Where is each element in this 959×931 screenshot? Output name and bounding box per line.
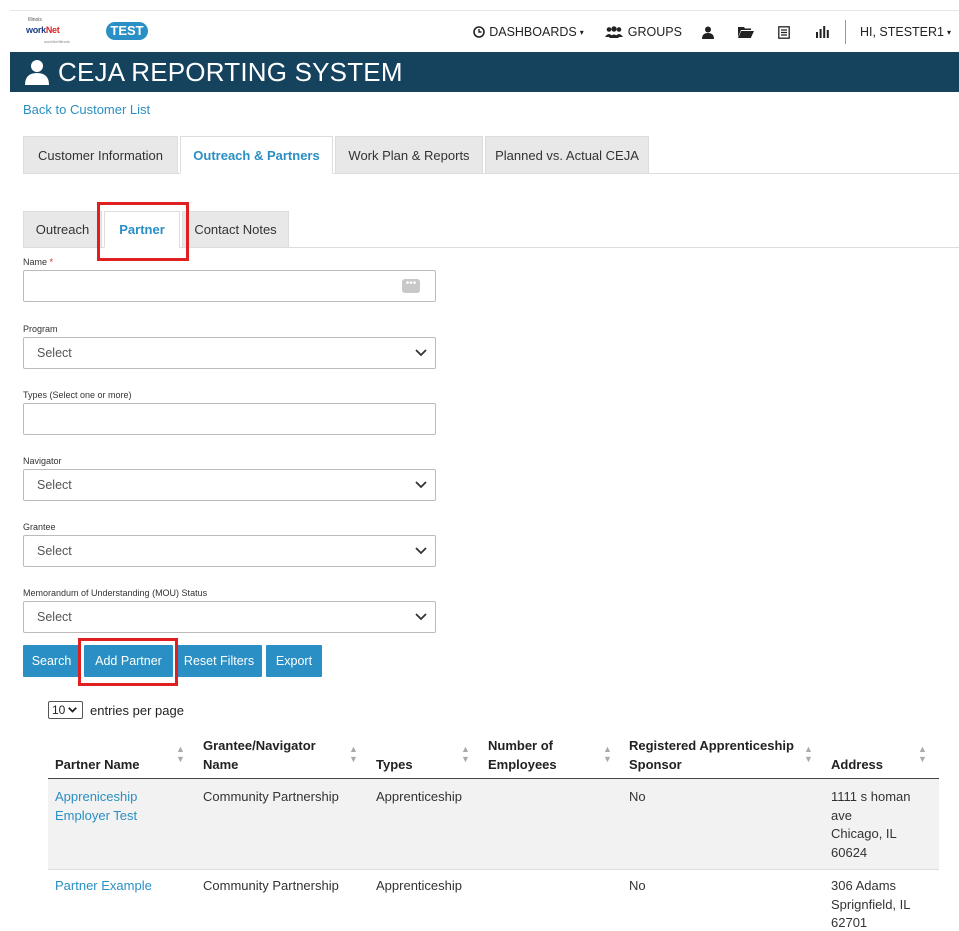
chevron-down-icon (415, 547, 427, 555)
address-cell: 1111 s homan ave Chicago, IL 60624 (831, 789, 911, 860)
column-number-of-employees[interactable]: Number of Employees (488, 736, 557, 774)
types-label: Types (Select one or more) (23, 390, 132, 400)
navigator-select[interactable]: Select (23, 469, 436, 501)
top-navbar: Illinois workNet workNetIllinois TEST DA… (10, 10, 959, 52)
partner-tab-highlight (97, 202, 189, 261)
program-select[interactable]: Select (23, 337, 436, 369)
tab-work-plan-reports[interactable]: Work Plan & Reports (335, 136, 483, 174)
document-list-icon (778, 25, 790, 39)
dashboards-label: DASHBOARDS (489, 25, 577, 39)
column-registered-apprenticeship-sponsor[interactable]: Registered Apprenticeship Sponsor (629, 736, 794, 774)
tab-outreach[interactable]: Outreach (23, 211, 102, 248)
illinois-worknet-logo[interactable]: Illinois workNet workNetIllinois (24, 17, 72, 49)
nav-divider (844, 20, 846, 44)
types-multiselect[interactable] (23, 403, 436, 435)
bar-chart-icon (815, 26, 829, 38)
tab-contact-notes[interactable]: Contact Notes (182, 211, 289, 248)
dashboards-menu[interactable]: DASHBOARDS ▾ (473, 25, 584, 39)
sort-icon[interactable]: ▲ ▼ (804, 744, 813, 764)
column-types[interactable]: Types (376, 755, 413, 774)
logo-main-text: workNet (26, 25, 60, 35)
tab-customer-information[interactable]: Customer Information (23, 136, 178, 174)
sponsor-cell: No (629, 878, 646, 893)
logo-sub-text: workNetIllinois (44, 39, 70, 44)
user-menu[interactable]: HI, STESTER1 ▾ (860, 25, 951, 39)
partner-name-link[interactable]: Appreniceship Employer Test (55, 788, 137, 825)
chevron-down-icon (415, 481, 427, 489)
user-icon (701, 26, 714, 39)
types-cell: Apprenticeship (376, 878, 462, 893)
sort-icon[interactable]: ▲ ▼ (461, 744, 470, 764)
chevron-down-icon (415, 613, 427, 621)
mou-status-select[interactable]: Select (23, 601, 436, 633)
table-row: Appreniceship Employer Test Community Par… (48, 779, 939, 869)
program-select-value: Select (37, 346, 72, 360)
grantee-select[interactable]: Select (23, 535, 436, 567)
profile-link[interactable] (701, 26, 718, 39)
groups-label: GROUPS (627, 25, 682, 39)
mou-status-select-value: Select (37, 610, 72, 624)
grantee-label: Grantee (23, 522, 56, 532)
page-title: CEJA REPORTING SYSTEM (58, 56, 403, 87)
grantee-cell: Community Partnership (203, 789, 339, 804)
entries-label: entries per page (90, 702, 184, 718)
groups-link[interactable]: GROUPS (604, 25, 682, 39)
primary-tabs: Customer Information Outreach & Partners… (23, 136, 959, 174)
name-lookup-button[interactable]: ••• (402, 279, 420, 293)
sort-icon[interactable]: ▲ ▼ (349, 744, 358, 764)
reports-link[interactable] (778, 25, 794, 39)
system-title-bar: CEJA REPORTING SYSTEM (10, 52, 959, 92)
sort-icon[interactable]: ▲ ▼ (603, 744, 612, 764)
analytics-link[interactable] (815, 26, 833, 38)
clock-icon (473, 26, 486, 38)
grantee-cell: Community Partnership (203, 878, 339, 893)
column-address[interactable]: Address (831, 755, 883, 774)
chevron-down-icon (415, 349, 427, 357)
entries-per-page: 10 entries per page (48, 701, 184, 719)
name-input[interactable]: ••• (23, 270, 436, 302)
files-link[interactable] (737, 26, 758, 38)
sponsor-cell: No (629, 789, 646, 804)
mou-status-label: Memorandum of Understanding (MOU) Status (23, 588, 208, 598)
users-icon (604, 26, 623, 38)
types-cell: Apprenticeship (376, 789, 462, 804)
caret-down-icon: ▾ (946, 27, 951, 37)
nav-items: DASHBOARDS ▾ GROUPS HI, STESTER1 ▾ (453, 11, 951, 53)
search-button[interactable]: Search (23, 645, 80, 677)
reset-filters-button[interactable]: Reset Filters (176, 645, 262, 677)
partner-name-link[interactable]: Partner Example (55, 877, 152, 896)
program-label: Program (23, 324, 58, 334)
export-button[interactable]: Export (266, 645, 322, 677)
address-cell: 306 Adams Sprignfield, IL 62701 (831, 878, 911, 930)
folder-open-icon (737, 27, 754, 38)
page-size-value: 10 (52, 703, 66, 717)
table-row: Partner Example Community Partnership Ap… (48, 870, 939, 931)
add-partner-highlight (78, 638, 178, 686)
chevron-down-icon (68, 707, 78, 713)
caret-down-icon: ▾ (579, 27, 584, 37)
column-partner-name[interactable]: Partner Name (55, 755, 140, 774)
name-label: Name * (23, 257, 54, 267)
tab-planned-vs-actual[interactable]: Planned vs. Actual CEJA (485, 136, 649, 174)
navigator-label: Navigator (23, 456, 62, 466)
sort-icon[interactable]: ▲ ▼ (918, 744, 927, 764)
logo-top-text: Illinois (28, 17, 42, 23)
grantee-select-value: Select (37, 544, 72, 558)
navigator-select-value: Select (37, 478, 72, 492)
back-to-customer-list-link[interactable]: Back to Customer List (23, 102, 150, 117)
env-badge: TEST (106, 22, 148, 40)
column-grantee-navigator-name[interactable]: Grantee/Navigator Name (203, 736, 316, 774)
page-size-select[interactable]: 10 (48, 701, 83, 719)
tab-outreach-partners[interactable]: Outreach & Partners (180, 136, 333, 174)
user-icon (25, 60, 49, 85)
user-greeting: HI, STESTER1 (859, 25, 944, 39)
sort-icon[interactable]: ▲ ▼ (176, 744, 185, 764)
